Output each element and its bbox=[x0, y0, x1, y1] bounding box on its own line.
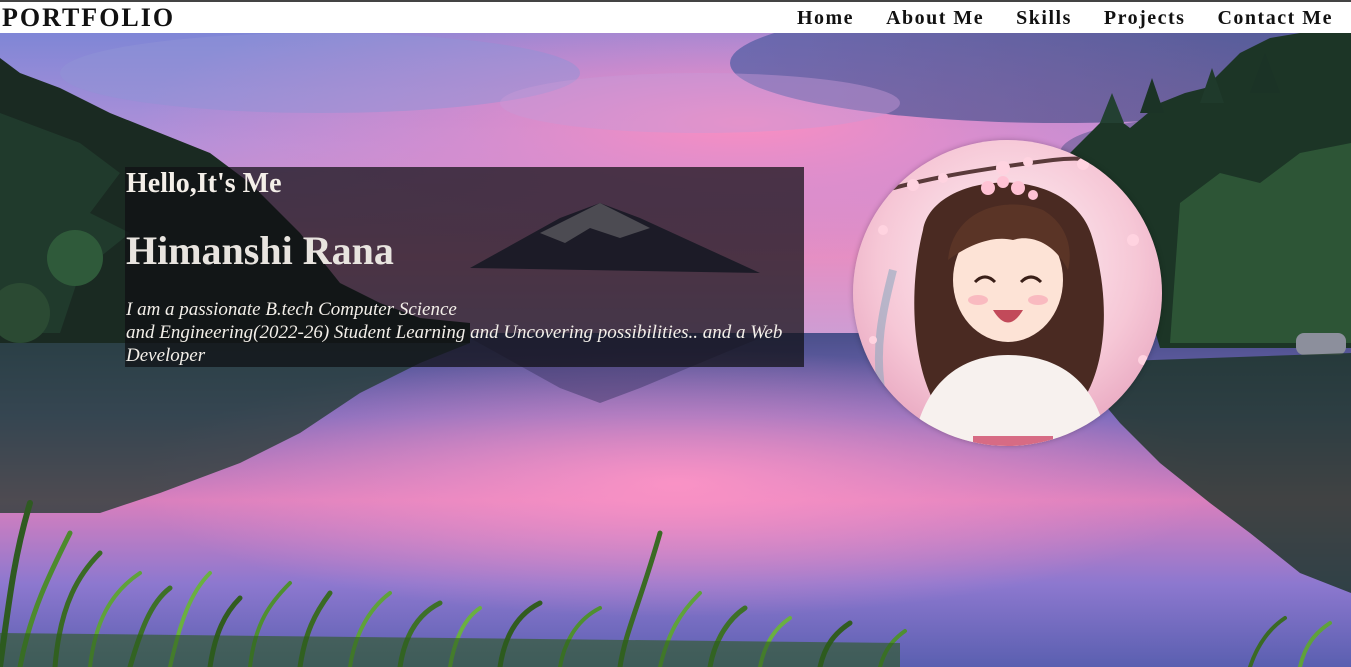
bio-paragraph: I am a passionate B.tech Computer Scienc… bbox=[126, 298, 796, 367]
nav-about-link[interactable]: About Me bbox=[886, 4, 984, 32]
name-heading: Himanshi Rana bbox=[126, 228, 394, 273]
main-nav: Home About Me Skills Projects Contact Me bbox=[765, 4, 1333, 32]
site-logo[interactable]: PORTFOLIO bbox=[2, 3, 175, 33]
bio-line-2: and Engineering(2022-26) Student Learnin… bbox=[126, 322, 783, 366]
top-navbar: PORTFOLIO Home About Me Skills Projects … bbox=[0, 0, 1351, 33]
intro-card: Hello,It's Me Himanshi Rana I am a passi… bbox=[125, 167, 804, 367]
anime-girl-illustration bbox=[853, 140, 1162, 446]
nav-home-link[interactable]: Home bbox=[797, 4, 854, 32]
nav-skills-link[interactable]: Skills bbox=[1016, 4, 1072, 32]
nav-projects-link[interactable]: Projects bbox=[1104, 4, 1186, 32]
greeting-heading: Hello,It's Me bbox=[126, 168, 282, 199]
profile-avatar bbox=[853, 140, 1162, 446]
bio-line-1: I am a passionate B.tech Computer Scienc… bbox=[126, 299, 457, 320]
hero-section: Hello,It's Me Himanshi Rana I am a passi… bbox=[0, 33, 1351, 667]
nav-contact-link[interactable]: Contact Me bbox=[1217, 4, 1333, 32]
portfolio-page: PORTFOLIO Home About Me Skills Projects … bbox=[0, 0, 1351, 667]
